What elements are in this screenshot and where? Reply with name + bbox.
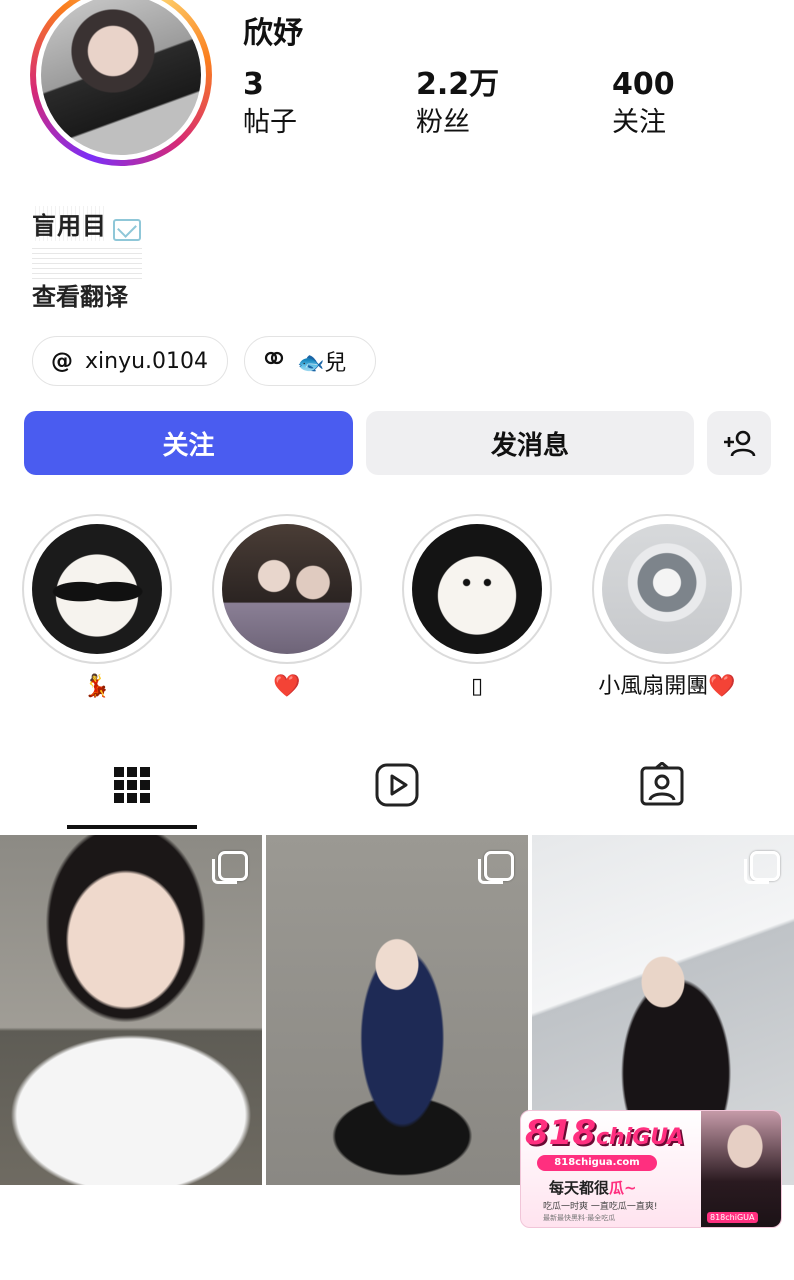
avatar-frame [36,0,206,160]
threads-link-label: xinyu.0104 [85,348,209,374]
ad-logo: 818chiGUA [525,1113,684,1153]
bio-text: 盲用目 [32,206,107,241]
ad-fine-print: 最新最快黑料·最全吃瓜 [543,1214,616,1222]
stat-posts-label: 帖子 [243,107,297,138]
highlight-item[interactable]: ❤️ [212,514,362,702]
multi-photo-icon [212,851,248,884]
highlight-cover [222,524,352,654]
mail-icon [113,218,141,241]
stat-following[interactable]: 400 关注 [612,66,675,142]
grid-icon [114,767,150,803]
ad-person-tag: 818chiGUA [707,1212,758,1223]
watermark-ad-badge: 818chiGUA 818chigua.com 每天都很瓜~ 吃瓜一时爽 一直吃… [520,1110,782,1228]
highlight-item[interactable]: 小風扇開團❤️ [592,514,742,702]
highlight-cover [602,524,732,654]
stat-followers[interactable]: 2.2万 粉丝 [416,66,499,142]
avatar[interactable] [41,0,201,155]
highlight-ring [212,514,362,664]
external-link[interactable]: 🐟兒 [244,336,376,386]
highlight-cover [412,524,542,654]
stat-following-count: 400 [612,67,675,102]
stat-followers-label: 粉丝 [416,107,470,138]
highlight-item[interactable]: ▯ [402,514,552,702]
threads-icon: @ [51,348,73,374]
highlight-item[interactable]: 💃 [22,514,172,702]
tab-reels[interactable] [332,740,462,830]
active-tab-indicator [67,825,197,829]
highlight-label: 💃 [83,674,111,699]
message-button[interactable]: 发消息 [366,411,694,475]
profile-tabs [0,740,794,832]
ad-model-image: 818chiGUA [701,1111,781,1227]
highlight-cover [32,524,162,654]
highlight-ring [22,514,172,664]
highlight-ring [592,514,742,664]
stat-followers-count: 2.2万 [416,67,500,102]
avatar-story-ring[interactable] [30,0,212,166]
ad-slogan-highlight: 瓜~ [609,1179,637,1197]
bio: 盲用目 查看翻译 [32,206,182,312]
stat-following-label: 关注 [612,107,666,138]
suggested-users-button[interactable] [707,411,771,475]
link-icon [263,347,285,375]
stat-posts[interactable]: 3 帖子 [243,66,297,142]
threads-link[interactable]: @ xinyu.0104 [32,336,228,386]
post-thumbnail[interactable] [266,835,528,1185]
highlight-label: 小風扇開團❤️ [598,674,736,699]
ad-slogan-prefix: 每天都很 [549,1179,610,1197]
profile-username: 欣妤 [243,16,303,51]
profile-actions: 关注 发消息 [24,411,771,475]
external-link-label: 🐟兒 [297,351,347,376]
post-thumbnail[interactable] [0,835,262,1185]
highlight-ring [402,514,552,664]
reels-icon [375,763,419,807]
profile-header: 欣妤 3 帖子 2.2万 粉丝 400 关注 盲用目 查看翻译 [0,0,794,330]
tab-tagged[interactable] [597,740,727,830]
stat-posts-count: 3 [243,67,264,102]
ad-slogan: 每天都很瓜~ [549,1177,637,1198]
multi-photo-icon [744,851,780,884]
highlight-label: ▯ [470,674,484,699]
ad-logo-number: 818 [525,1113,596,1153]
follow-button[interactable]: 关注 [24,411,353,475]
add-user-icon [724,430,756,457]
tagged-icon [640,762,684,806]
profile-links: @ xinyu.0104 🐟兒 [32,336,376,386]
ad-tagline: 吃瓜一时爽 一直吃瓜一直爽! [543,1202,658,1212]
ad-url: 818chigua.com [537,1155,657,1171]
multi-photo-icon [478,851,514,884]
bio-distorted-text [32,245,142,283]
ad-logo-text: chiGUA [595,1125,685,1150]
highlight-label: ❤️ [273,674,301,699]
tab-posts[interactable] [67,740,197,830]
